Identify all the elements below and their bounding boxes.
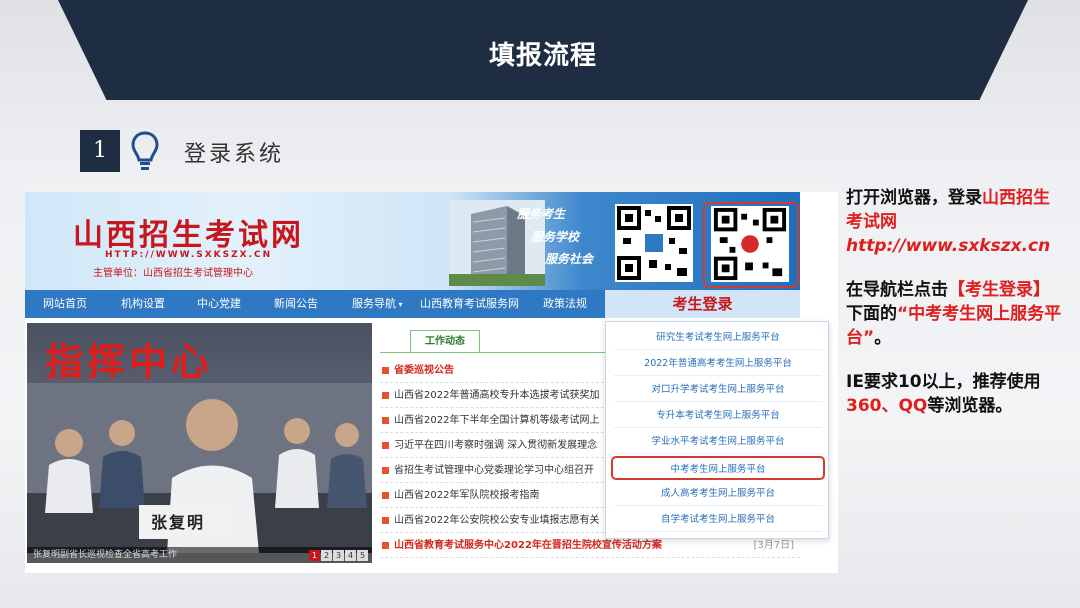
photo-sign-text: 指挥中心 xyxy=(45,339,214,384)
instruction-3: IE要求10以上，推荐使用 360、QQ等浏览器。 xyxy=(846,370,1066,418)
slogan-1: 服务考生 xyxy=(517,207,566,221)
slideshow-pager: 1 2 3 4 5 xyxy=(309,550,368,561)
menu-item-vocational[interactable]: 对口升学考试考生网上服务平台 xyxy=(614,378,822,402)
nameplate-text: 张复明 xyxy=(151,513,206,532)
instruction-3-a: IE要求10以上，推荐使用 xyxy=(846,372,1041,392)
step-title: 登录系统 xyxy=(184,142,285,167)
instruction-1: 打开浏览器，登录山西招生考试网 http://www.sxkszx.cn xyxy=(846,186,1066,258)
pager-3[interactable]: 3 xyxy=(333,550,344,561)
lightbulb-icon xyxy=(131,131,159,170)
slide-title: 填报流程 xyxy=(488,41,597,71)
site-nav-bar: 网站首页 机构设置 中心党建 新闻公告 服务导航 ▾ 山西教育考试服务网 政策法… xyxy=(25,290,800,318)
nav-service[interactable]: 服务导航 ▾ xyxy=(352,290,403,318)
login-dropdown-menu: 研究生考试考生网上服务平台 2022年普通高考考生网上服务平台 对口升学考试考生… xyxy=(605,321,829,539)
website-screenshot: 山西招生考试网 HTTP://WWW.SXKSZX.CN 主管单位：山西省招生考… xyxy=(25,183,838,573)
instruction-1-url: http://www.sxkszx.cn xyxy=(846,236,1051,256)
nav-edu-exam[interactable]: 山西教育考试服务网 xyxy=(420,290,519,318)
pager-1[interactable]: 1 xyxy=(309,550,320,561)
site-sponsor: 主管单位：山西省招生考试管理中心 xyxy=(93,268,253,279)
instruction-2-prefix: 在导航栏点击 xyxy=(846,280,948,300)
menu-item-academic-level[interactable]: 学业水平考试考生网上服务平台 xyxy=(614,430,822,454)
instruction-2: 在导航栏点击【考生登录】下面的“中考考生网上服务平台”。 xyxy=(846,278,1066,350)
pager-4[interactable]: 4 xyxy=(345,550,356,561)
pager-2[interactable]: 2 xyxy=(321,550,332,561)
instruction-2-login: 【考生登录】 xyxy=(948,280,1050,300)
menu-item-upgrade[interactable]: 专升本考试考生网上服务平台 xyxy=(614,404,822,428)
slogan-2: 服务学校 xyxy=(531,230,580,244)
caret-down-icon: ▾ xyxy=(396,300,403,309)
menu-item-adult[interactable]: 成人高考考生网上服务平台 xyxy=(614,482,822,506)
menu-item-zhongkao[interactable]: 中考考生网上服务平台 xyxy=(611,456,825,480)
step-number: 1 xyxy=(80,130,120,172)
nav-student-login[interactable]: 考生登录 xyxy=(605,290,800,318)
instruction-2-suffix: 。 xyxy=(874,328,892,348)
nav-service-label: 服务导航 xyxy=(352,297,396,310)
site-header: 山西招生考试网 HTTP://WWW.SXKSZX.CN 主管单位：山西省招生考… xyxy=(25,192,800,290)
top-strip xyxy=(25,183,838,192)
site-url-banner: HTTP://WWW.SXKSZX.CN xyxy=(105,250,273,260)
tab-work-news[interactable]: 工作动态 xyxy=(410,330,480,352)
nav-policy[interactable]: 政策法规 xyxy=(543,290,587,318)
slogan-3: 服务社会 xyxy=(545,252,594,266)
nav-organization[interactable]: 机构设置 xyxy=(121,290,165,318)
site-logo-text[interactable]: 山西招生考试网 xyxy=(73,210,304,254)
news-title: 山西省教育考试服务中心2022年在晋招生院校宣传活动方案 xyxy=(394,540,662,551)
nav-party[interactable]: 中心党建 xyxy=(197,290,241,318)
news-photo[interactable]: 指挥中心 张复明 张复明副省长巡视检查全省高考工作 1 2 3 4 5 xyxy=(27,323,372,563)
title-banner: 填报流程 xyxy=(58,0,1028,100)
instruction-3-browsers: 360、QQ xyxy=(846,396,928,416)
instruction-1-prefix: 打开浏览器，登录 xyxy=(846,188,982,208)
menu-item-gaokao[interactable]: 2022年普通高考考生网上服务平台 xyxy=(614,352,822,376)
instruction-2-mid: 下面的 xyxy=(846,304,897,324)
qr-code-icon xyxy=(711,206,789,282)
nav-news[interactable]: 新闻公告 xyxy=(274,290,318,318)
qr-code-icon xyxy=(615,204,693,282)
menu-item-graduate[interactable]: 研究生考试考生网上服务平台 xyxy=(614,326,822,350)
instructions-panel: 打开浏览器，登录山西招生考试网 http://www.sxkszx.cn 在导航… xyxy=(846,186,1066,438)
instruction-3-b: 等浏览器。 xyxy=(927,396,1013,416)
nav-home[interactable]: 网站首页 xyxy=(43,290,87,318)
menu-item-self-study[interactable]: 自学考试考生网上服务平台 xyxy=(614,508,822,532)
pager-5[interactable]: 5 xyxy=(357,550,368,561)
